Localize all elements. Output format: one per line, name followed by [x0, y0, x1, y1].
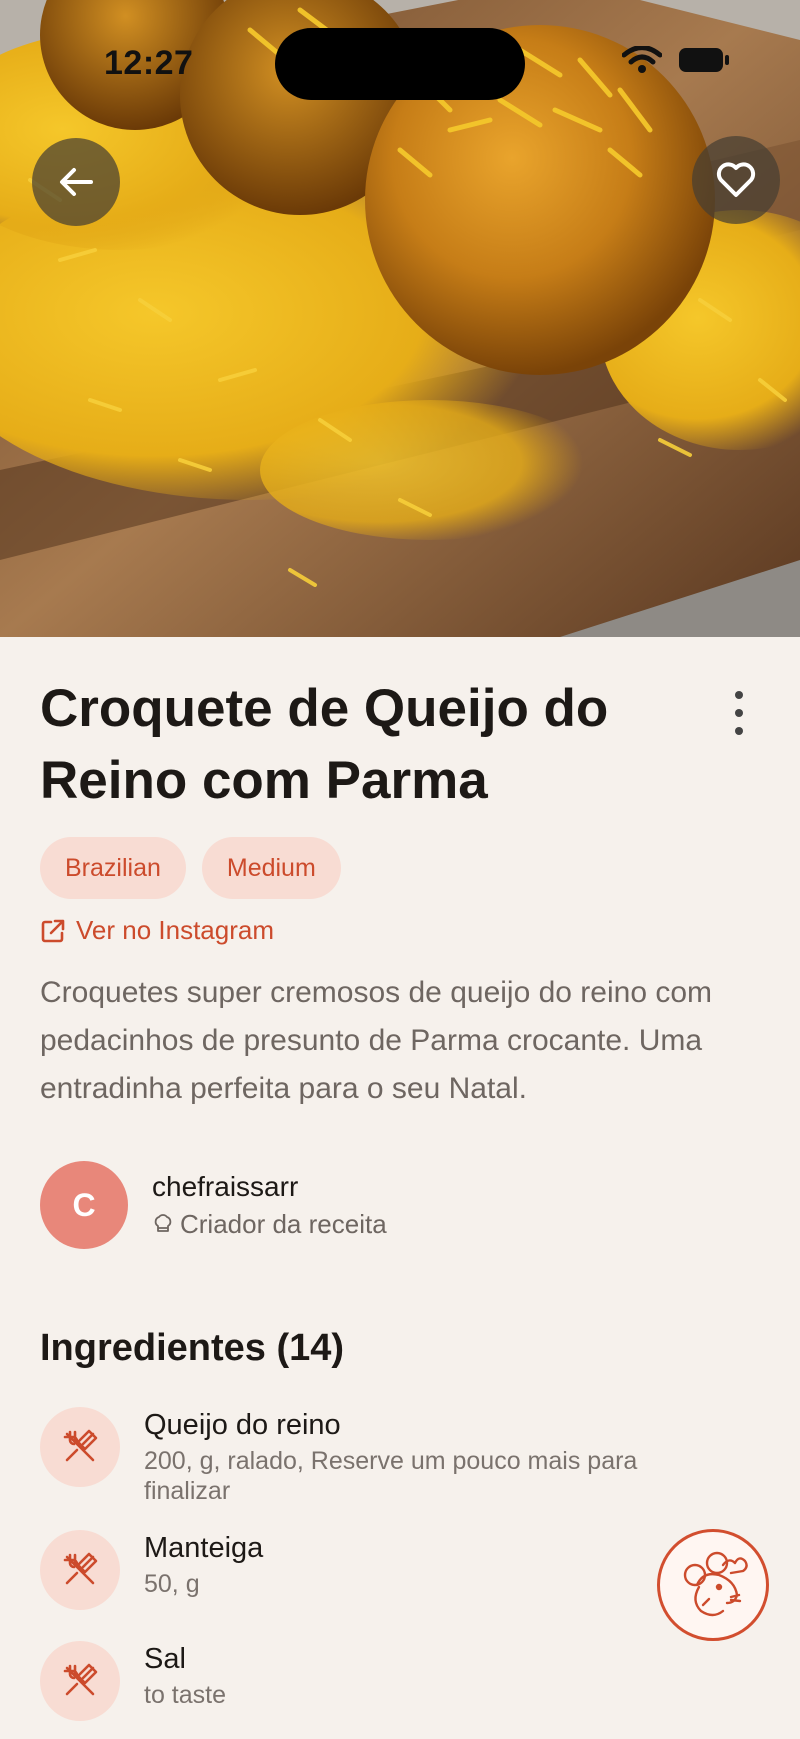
creator-name: chefraissarr	[152, 1170, 299, 1202]
status-time: 12:27	[104, 44, 194, 82]
instagram-link[interactable]: Ver no Instagram	[40, 915, 274, 946]
wifi-icon	[622, 46, 662, 73]
assistant-fab[interactable]	[657, 1529, 769, 1641]
ingredient-name: Sal	[144, 1643, 186, 1675]
recipe-hero-image: 12:27	[0, 0, 800, 637]
vertical-ellipsis-icon[interactable]	[722, 689, 756, 737]
status-icons	[622, 46, 730, 74]
creator-role: Criador da receita	[152, 1209, 387, 1240]
dynamic-island	[275, 28, 525, 100]
recipe-description: Croquetes super cremosos de queijo do re…	[40, 976, 713, 1105]
instagram-link-label: Ver no Instagram	[76, 915, 274, 945]
utensils-crossed-icon	[40, 1407, 120, 1487]
list-item: Queijo do reino 200, g, ralado, Reserve …	[40, 1407, 704, 1506]
external-link-icon	[41, 919, 65, 942]
favorite-button[interactable]	[692, 136, 780, 224]
recipe-tags: Brazilian Medium	[40, 837, 341, 899]
utensils-crossed-icon	[40, 1641, 120, 1721]
utensils-crossed-icon	[40, 1530, 120, 1610]
ingredient-name: Queijo do reino	[144, 1409, 341, 1441]
recipe-title: Croquete de Queijo do Reino com Parma	[40, 679, 609, 810]
cuisine-tag: Brazilian	[40, 837, 186, 899]
arrow-left-icon	[60, 168, 93, 196]
battery-icon	[679, 48, 729, 72]
ingredient-name: Manteiga	[144, 1532, 264, 1564]
back-button[interactable]	[32, 138, 120, 226]
ingredients-heading: Ingredientes (14)	[40, 1327, 345, 1369]
ingredient-detail: to taste	[144, 1681, 226, 1709]
mouse-chef-icon	[683, 1551, 748, 1617]
chef-hat-icon	[154, 1214, 172, 1232]
list-item: Sal to taste	[40, 1641, 704, 1721]
creator-role-label: Criador da receita	[180, 1208, 387, 1239]
avatar: C	[40, 1161, 128, 1249]
list-item: Manteiga 50, g	[40, 1530, 704, 1610]
difficulty-tag: Medium	[201, 837, 341, 899]
ingredient-detail: 50, g	[144, 1570, 200, 1598]
heart-outline-icon	[716, 162, 756, 197]
creator-card[interactable]: C chefraissarr Criador da receita	[40, 1161, 387, 1249]
ingredient-detail: 200, g, ralado, Reserve um pouco mais pa…	[144, 1447, 638, 1505]
